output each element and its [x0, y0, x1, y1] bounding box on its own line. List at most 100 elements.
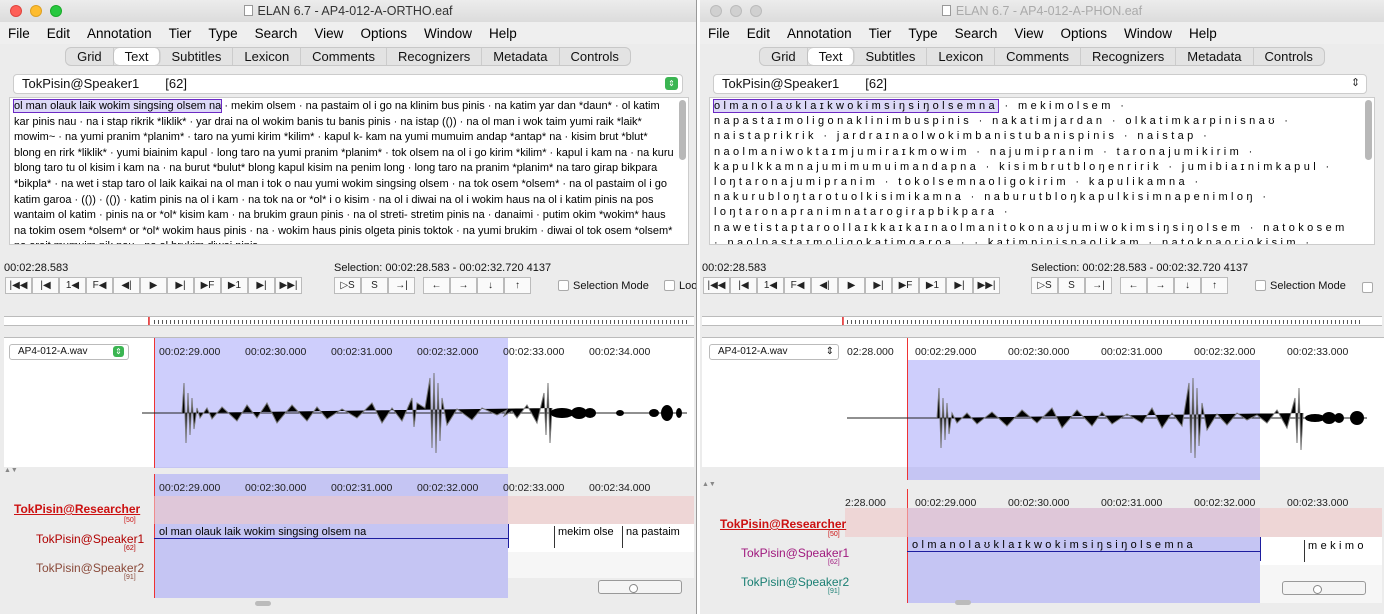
back-to-start-button[interactable]: ◀| — [811, 277, 838, 294]
zoom-slider[interactable] — [598, 580, 682, 594]
menu-window[interactable]: Window — [1124, 26, 1172, 41]
tier-select[interactable]: TokPisin@Speaker1 [62] ⇕ — [713, 74, 1367, 94]
tab-subtitles[interactable]: Subtitles — [854, 47, 928, 65]
tab-subtitles[interactable]: Subtitles — [160, 47, 234, 65]
loop-mode-toggle[interactable] — [1362, 280, 1377, 294]
menu-options[interactable]: Options — [1060, 26, 1107, 41]
media-file-select[interactable]: AP4-012-A.wav ⇕ — [9, 344, 129, 360]
selection-boundary-button[interactable]: →| — [1085, 277, 1112, 294]
zoom-window-button[interactable] — [750, 5, 762, 17]
tab-text[interactable]: Text — [807, 47, 855, 65]
tab-controls[interactable]: Controls — [560, 48, 630, 65]
menu-file[interactable]: File — [708, 26, 730, 41]
splitter[interactable]: ▲▼ — [702, 481, 1382, 489]
frame-forward-button[interactable]: ▶F — [892, 277, 919, 294]
annotation[interactable]: na pastaim — [622, 526, 680, 548]
next-annotation-button[interactable]: → — [1147, 277, 1174, 294]
menu-edit[interactable]: Edit — [747, 26, 770, 41]
tier-label-researcher[interactable]: TokPisin@Researcher — [14, 502, 140, 516]
menu-type[interactable]: Type — [908, 26, 937, 41]
menu-search[interactable]: Search — [255, 26, 298, 41]
tier-label-researcher[interactable]: TokPisin@Researcher — [720, 517, 846, 531]
play-selection-button[interactable]: ▷S — [334, 277, 361, 294]
tab-lexicon[interactable]: Lexicon — [927, 47, 996, 65]
loop-mode-checkbox[interactable] — [1362, 282, 1373, 293]
next-frame-button[interactable]: ▶| — [946, 277, 973, 294]
menu-file[interactable]: File — [8, 26, 30, 41]
selection-boundary-button[interactable]: →| — [388, 277, 415, 294]
frame-back-button[interactable]: F◀ — [86, 277, 113, 294]
menu-tier[interactable]: Tier — [869, 26, 892, 41]
menu-edit[interactable]: Edit — [47, 26, 70, 41]
horizontal-scrollbar[interactable] — [255, 601, 271, 606]
annotation-above-button[interactable]: ↑ — [1201, 277, 1228, 294]
text-viewer[interactable]: ol man olauk laik wokim singsing olsem n… — [9, 97, 689, 245]
tab-recognizers[interactable]: Recognizers — [387, 47, 483, 65]
tier-label-speaker2[interactable]: TokPisin@Speaker2 — [741, 575, 849, 589]
tab-comments[interactable]: Comments — [995, 47, 1082, 65]
tier-label-speaker1[interactable]: TokPisin@Speaker1 — [36, 532, 144, 546]
annotation[interactable]: mekim olse — [554, 526, 614, 548]
menu-help[interactable]: Help — [489, 26, 517, 41]
tier-label-speaker2[interactable]: TokPisin@Speaker2 — [36, 561, 144, 575]
annotation-above-button[interactable]: ↑ — [504, 277, 531, 294]
go-to-begin-button[interactable]: |◀◀ — [703, 277, 730, 294]
loop-mode-toggle[interactable]: Loo — [664, 280, 696, 292]
go-to-begin-button[interactable]: |◀◀ — [5, 277, 32, 294]
horizontal-scrollbar[interactable] — [955, 600, 971, 605]
back-to-start-button[interactable]: ◀| — [113, 277, 140, 294]
minimize-window-button[interactable] — [30, 5, 42, 17]
close-window-button[interactable] — [710, 5, 722, 17]
selection-mode-toggle[interactable]: Selection Mode — [558, 280, 649, 292]
tab-metadata[interactable]: Metadata — [1176, 47, 1254, 65]
play-button[interactable]: ▶ — [838, 277, 865, 294]
tab-lexicon[interactable]: Lexicon — [233, 47, 302, 65]
menu-options[interactable]: Options — [360, 26, 407, 41]
tab-grid[interactable]: Grid — [66, 47, 114, 65]
loop-mode-checkbox[interactable] — [664, 280, 675, 291]
tier-label-speaker1[interactable]: TokPisin@Speaker1 — [741, 546, 849, 560]
tab-comments[interactable]: Comments — [301, 47, 388, 65]
play-to-end-button[interactable]: ▶| — [865, 277, 892, 294]
play-button[interactable]: ▶ — [140, 277, 167, 294]
tier-row-speaker2[interactable] — [508, 552, 694, 578]
timeline-overview[interactable]: I — [702, 316, 1382, 326]
menu-help[interactable]: Help — [1189, 26, 1217, 41]
menu-annotation[interactable]: Annotation — [787, 26, 852, 41]
menu-view[interactable]: View — [1014, 26, 1043, 41]
menu-tier[interactable]: Tier — [169, 26, 192, 41]
zoom-slider[interactable] — [1282, 581, 1366, 595]
minimize-window-button[interactable] — [730, 5, 742, 17]
annotation[interactable]: ol man olauk laik wokim singsing olsem n… — [159, 526, 366, 538]
selected-annotation-text[interactable]: olmanolaʊklaɪkwokimsiŋsiŋolsemna — [712, 99, 1000, 113]
selection-mode-checkbox[interactable] — [558, 280, 569, 291]
play-to-end-button[interactable]: ▶| — [167, 277, 194, 294]
selection-mode-checkbox[interactable] — [1255, 280, 1266, 291]
step-forward-second-button[interactable]: ▶1 — [221, 277, 248, 294]
step-back-second-button[interactable]: 1◀ — [757, 277, 784, 294]
selection-mode-toggle[interactable]: Selection Mode — [1255, 280, 1346, 292]
frame-forward-button[interactable]: ▶F — [194, 277, 221, 294]
tab-controls[interactable]: Controls — [1254, 48, 1324, 65]
media-file-select[interactable]: AP4-012-A.wav ⇕ — [709, 344, 839, 360]
annotation-below-button[interactable]: ↓ — [477, 277, 504, 294]
timeline-overview[interactable]: I — [4, 316, 694, 326]
tier-select[interactable]: TokPisin@Speaker1 [62] ⇕ — [13, 74, 683, 94]
annotation[interactable]: mekimo — [1304, 540, 1367, 562]
tier-row-researcher[interactable] — [154, 496, 694, 524]
previous-frame-button[interactable]: |◀ — [730, 277, 757, 294]
text-viewer[interactable]: olmanolaʊklaɪkwokimsiŋsiŋolsemna · mekim… — [709, 97, 1375, 245]
vertical-scrollbar[interactable] — [679, 100, 686, 160]
tab-metadata[interactable]: Metadata — [482, 47, 560, 65]
previous-annotation-button[interactable]: ← — [1120, 277, 1147, 294]
step-forward-second-button[interactable]: ▶1 — [919, 277, 946, 294]
menu-view[interactable]: View — [314, 26, 343, 41]
zoom-window-button[interactable] — [50, 5, 62, 17]
previous-frame-button[interactable]: |◀ — [32, 277, 59, 294]
tab-text[interactable]: Text — [113, 47, 161, 65]
go-to-end-button[interactable]: ▶▶| — [275, 277, 302, 294]
annotation[interactable]: olmanolaʊklaɪkwokimsiŋsiŋolsemna — [912, 539, 1196, 551]
tier-row-researcher[interactable] — [845, 508, 1382, 537]
clear-selection-button[interactable]: S — [361, 277, 388, 294]
tab-grid[interactable]: Grid — [760, 47, 808, 65]
